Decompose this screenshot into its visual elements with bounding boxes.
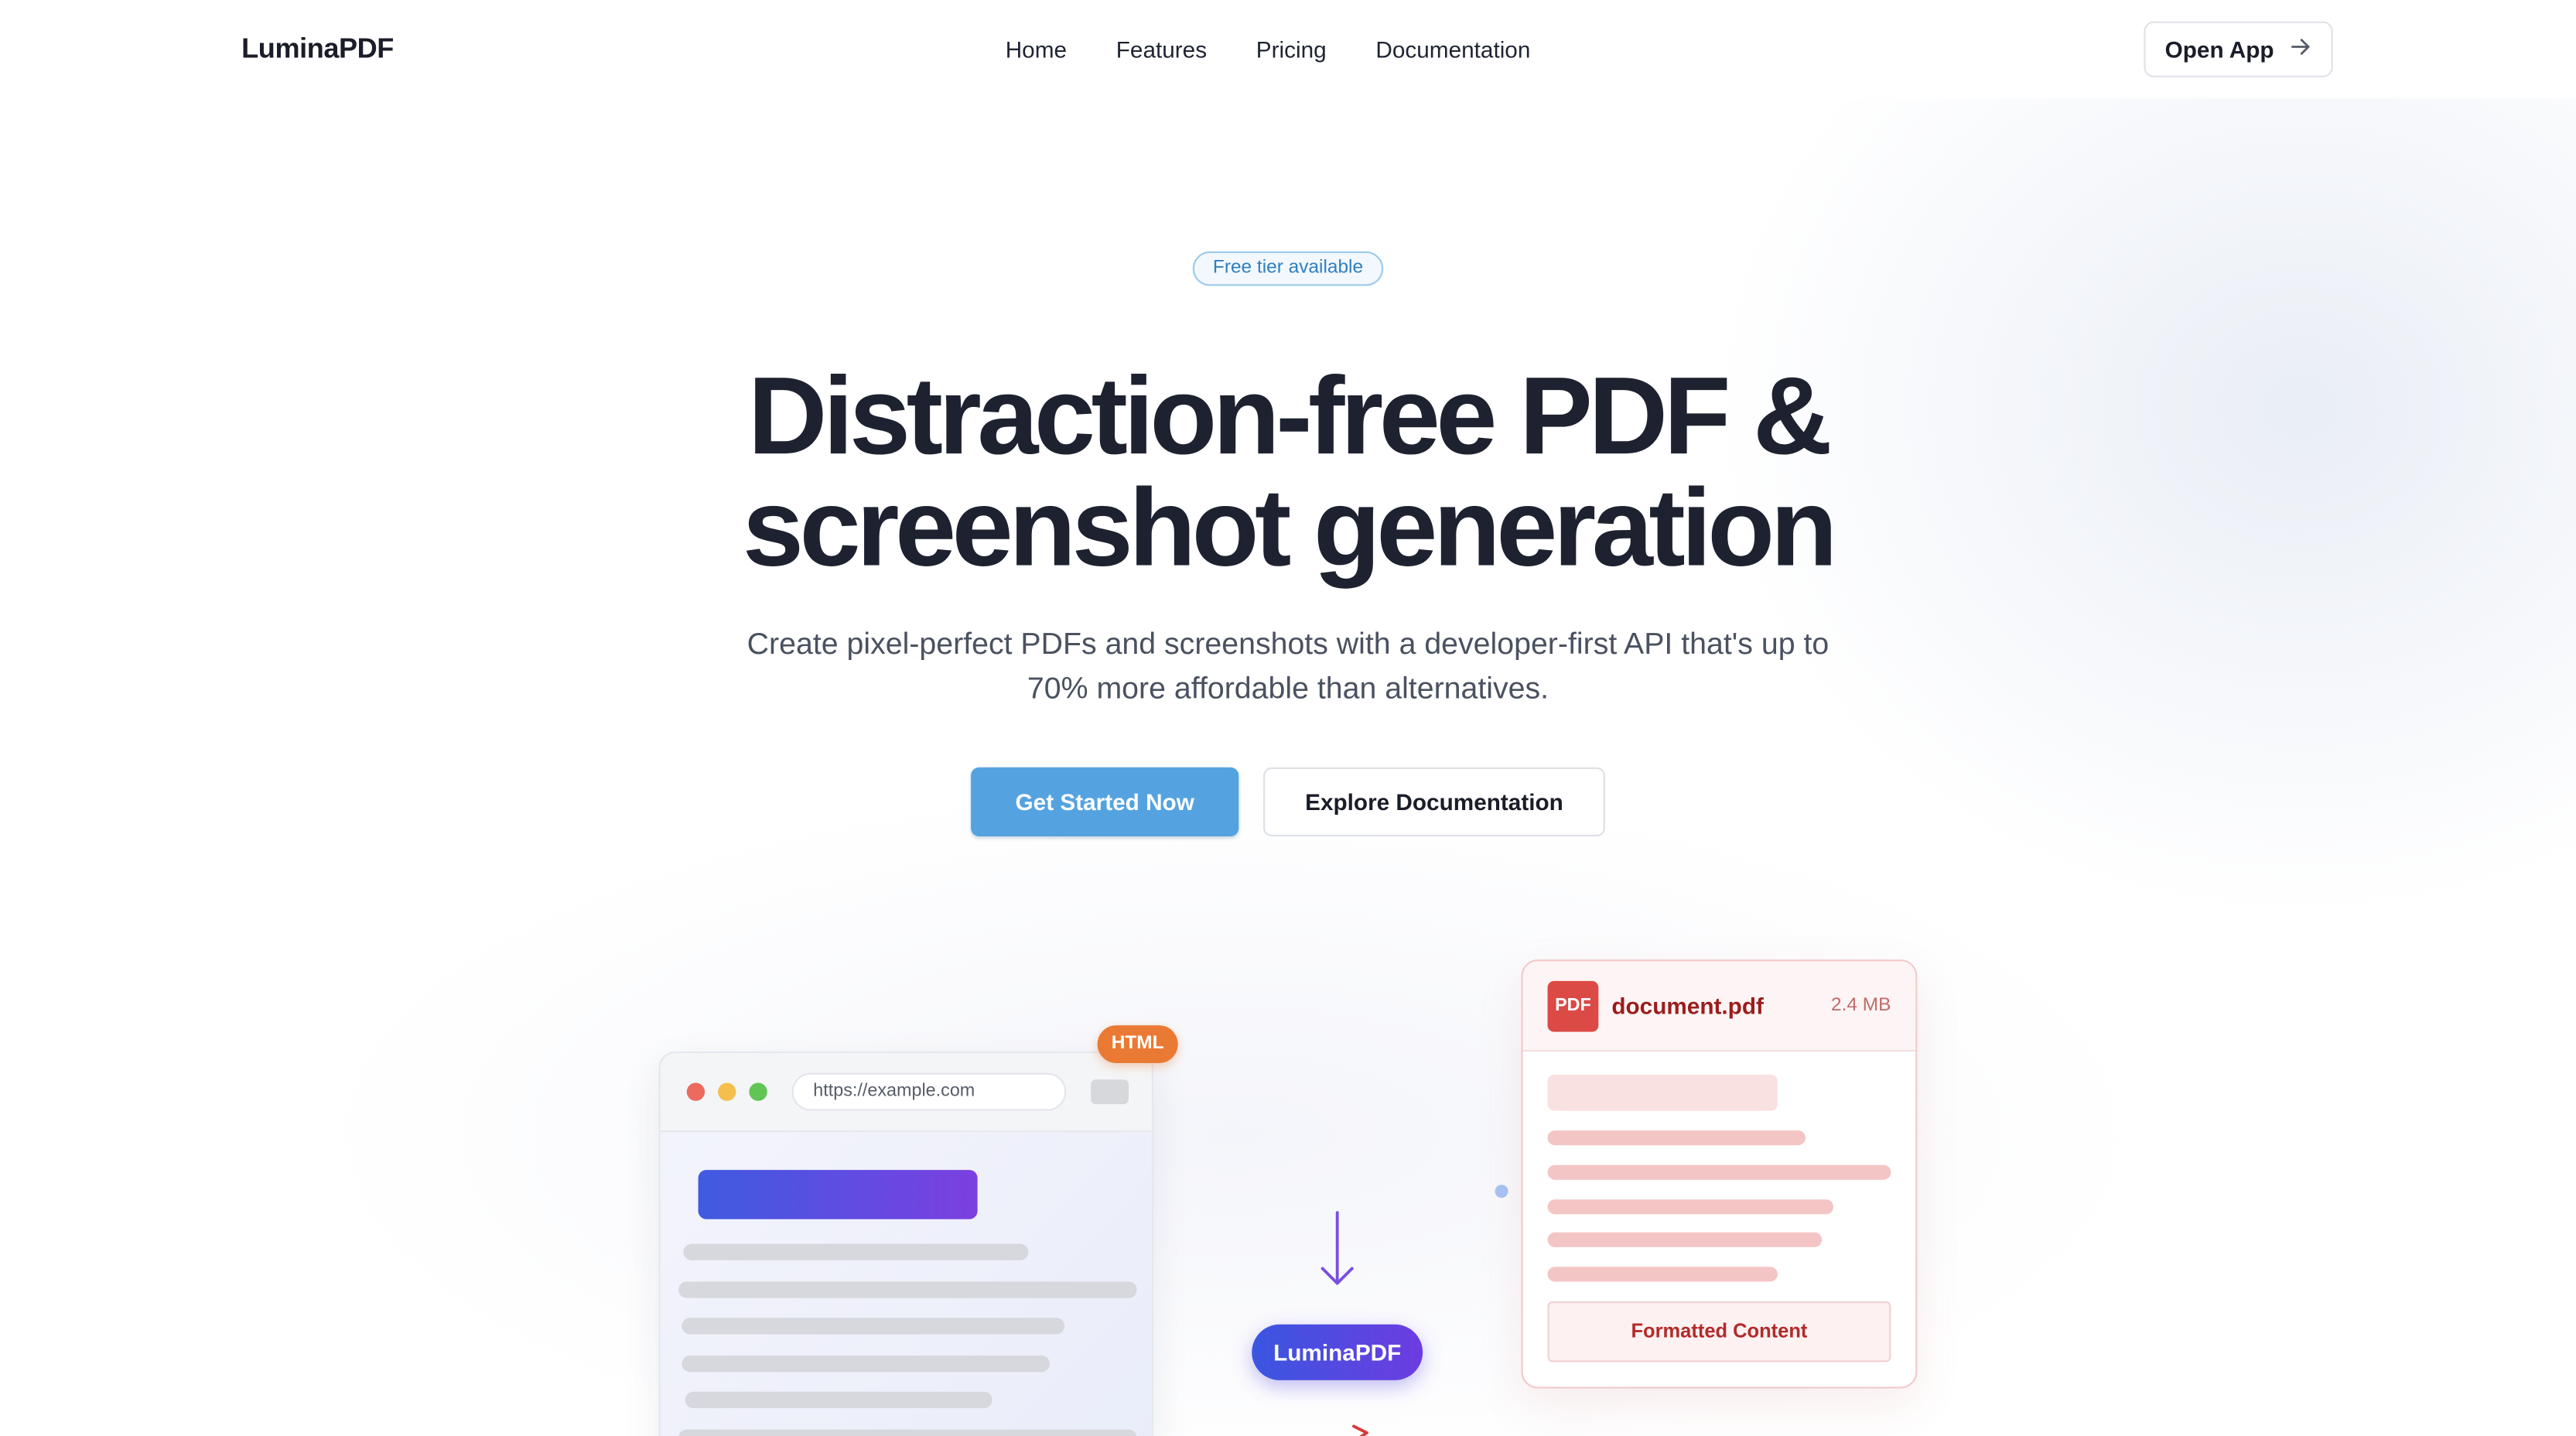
content-hero-block — [698, 1170, 978, 1219]
formatted-content-label: Formatted Content — [1547, 1301, 1891, 1362]
pdf-line — [1547, 1130, 1806, 1146]
pdf-card-header: PDF document.pdf 2.4 MB — [1522, 961, 1916, 1052]
pdf-title-block — [1547, 1074, 1778, 1111]
browser-content — [660, 1132, 1152, 1436]
connector-dot — [1495, 1185, 1508, 1198]
maximize-dot-icon — [749, 1082, 767, 1101]
pdf-preview-card: PDF document.pdf 2.4 MB Formatted Conten… — [1521, 959, 1918, 1389]
close-dot-icon — [686, 1082, 705, 1101]
content-line — [678, 1429, 1137, 1436]
get-started-button[interactable]: Get Started Now — [971, 767, 1239, 836]
nav-links: Home Features Pricing Documentation — [1006, 36, 1531, 63]
headline-line-1: Distraction-free PDF & — [747, 354, 1833, 478]
pdf-line — [1547, 1267, 1778, 1282]
url-bar: https://example.com — [791, 1072, 1067, 1111]
pdf-filename: document.pdf — [1611, 992, 1764, 1019]
content-line — [682, 1318, 1065, 1335]
free-tier-badge: Free tier available — [1192, 251, 1384, 286]
arrow-right-icon — [1352, 1424, 1368, 1436]
open-app-button[interactable]: Open App — [2144, 21, 2333, 77]
toolbar-button-placeholder — [1091, 1079, 1129, 1105]
nav-link-pricing[interactable]: Pricing — [1256, 36, 1327, 63]
nav-link-features[interactable]: Features — [1116, 36, 1207, 63]
nav-link-home[interactable]: Home — [1006, 36, 1067, 63]
explore-documentation-button[interactable]: Explore Documentation — [1263, 767, 1605, 836]
pdf-line — [1547, 1232, 1823, 1247]
open-app-label: Open App — [2164, 36, 2274, 63]
top-navbar: LuminaPDF Home Features Pricing Document… — [0, 0, 2576, 99]
arrow-right-icon — [2291, 36, 2312, 63]
content-line — [683, 1243, 1029, 1260]
browser-toolbar: https://example.com — [660, 1053, 1152, 1133]
content-line — [682, 1356, 1051, 1373]
hero-headline: Distraction-free PDF & screenshot genera… — [631, 361, 1946, 585]
html-tag: HTML — [1097, 1025, 1178, 1064]
content-line — [685, 1391, 992, 1409]
browser-mockup: https://example.com — [658, 1051, 1153, 1436]
pdf-line — [1547, 1164, 1891, 1180]
arrow-down-icon — [1320, 1211, 1354, 1285]
logo[interactable]: LuminaPDF — [241, 32, 394, 65]
pdf-file-size: 2.4 MB — [1830, 995, 1891, 1016]
nav-link-documentation[interactable]: Documentation — [1375, 36, 1530, 63]
landing-page: LuminaPDF Home Features Pricing Document… — [0, 0, 2576, 1436]
content-line — [678, 1281, 1137, 1298]
pdf-file-icon: PDF — [1547, 980, 1599, 1032]
minimize-dot-icon — [718, 1082, 736, 1101]
headline-line-2: screenshot generation — [742, 467, 1838, 590]
luminapdf-pill: LuminaPDF — [1252, 1324, 1423, 1380]
pdf-line — [1547, 1199, 1834, 1215]
hero-subheadline: Create pixel-perfect PDFs and screenshot… — [746, 626, 1830, 706]
